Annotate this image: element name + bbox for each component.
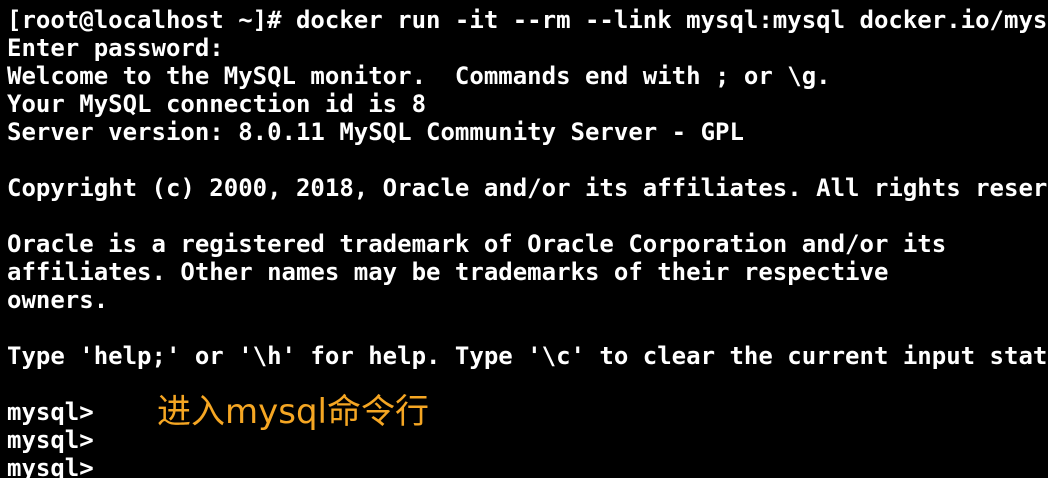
server-version-line: Server version: 8.0.11 MySQL Community S… [7, 118, 744, 146]
mysql-prompt[interactable]: mysql> [7, 398, 94, 426]
help-hint-line: Type 'help;' or '\h' for help. Type '\c'… [7, 342, 1048, 370]
terminal-command-line: [root@localhost ~]# docker run -it --rm … [7, 6, 1048, 34]
annotation-label: 进入mysql命令行 [157, 392, 429, 432]
copyright-line: Copyright (c) 2000, 2018, Oracle and/or … [7, 174, 1048, 202]
trademark-line-3: owners. [7, 286, 109, 314]
mysql-prompt[interactable]: mysql> [7, 454, 94, 478]
mysql-prompt[interactable]: mysql> [7, 426, 94, 454]
trademark-line-2: affiliates. Other names may be trademark… [7, 258, 889, 286]
trademark-line-1: Oracle is a registered trademark of Orac… [7, 230, 947, 258]
welcome-message: Welcome to the MySQL monitor. Commands e… [7, 62, 831, 90]
connection-id-line: Your MySQL connection id is 8 [7, 90, 427, 118]
terminal-window[interactable]: [root@localhost ~]# docker run -it --rm … [0, 0, 1048, 478]
password-prompt: Enter password: [7, 34, 224, 62]
